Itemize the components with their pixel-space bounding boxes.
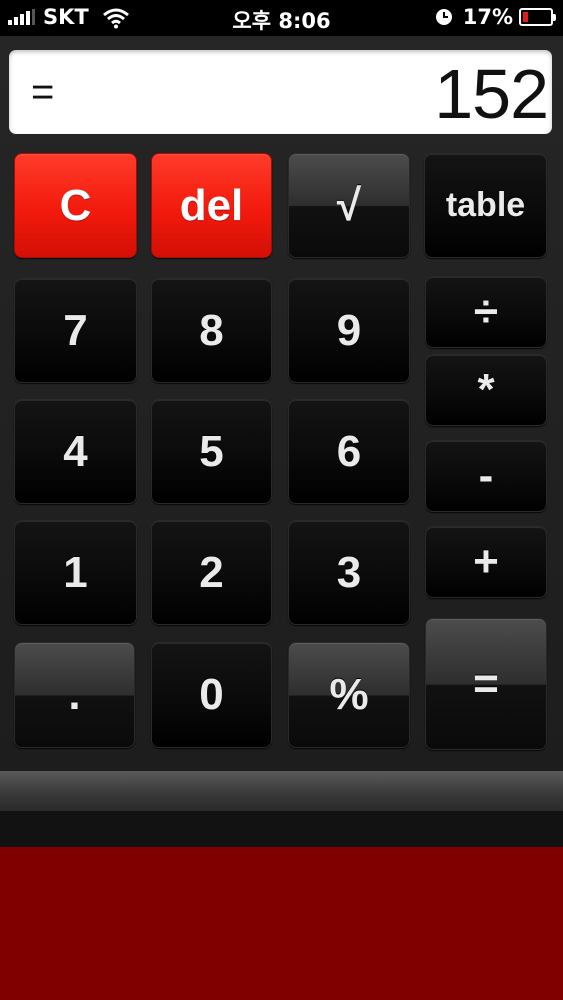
percent-button[interactable]: % [288,642,410,748]
table-button[interactable]: table [424,153,547,258]
plus-button[interactable]: + [425,526,547,598]
battery-fill [523,12,528,22]
sqrt-button[interactable]: √ [288,153,410,258]
decimal-point-button[interactable]: . [14,642,135,748]
digit-3-button[interactable]: 3 [288,520,410,625]
digit-8-button[interactable]: 8 [151,278,272,383]
bottom-toolbar [0,771,563,811]
calculator-app: = 152 C del √ table 7 8 9 ÷ * - + = 4 5 … [0,36,563,770]
display-operator: = [31,70,55,114]
battery-percent: 17% [462,5,513,29]
divide-button[interactable]: ÷ [425,276,547,348]
digit-2-button[interactable]: 2 [151,520,272,625]
status-bar: SKT 오후 8:06 17% [0,0,563,36]
bottom-strip [0,811,563,847]
clear-button[interactable]: C [14,153,137,258]
status-right: 17% [435,5,556,29]
multiply-button[interactable]: * [425,354,547,426]
clock-icon [435,9,452,25]
equals-button[interactable]: = [425,618,547,750]
display-value: 152 [434,55,549,133]
digit-4-button[interactable]: 4 [14,399,137,504]
digit-0-button[interactable]: 0 [151,642,272,748]
digit-7-button[interactable]: 7 [14,278,137,383]
digit-9-button[interactable]: 9 [288,278,410,383]
delete-button[interactable]: del [151,153,272,258]
ad-banner-area [0,847,563,1000]
digit-5-button[interactable]: 5 [151,399,272,504]
calculator-display: = 152 [9,50,552,134]
digit-6-button[interactable]: 6 [288,399,410,504]
minus-button[interactable]: - [425,440,547,512]
battery-icon [519,8,556,26]
digit-1-button[interactable]: 1 [14,520,137,625]
